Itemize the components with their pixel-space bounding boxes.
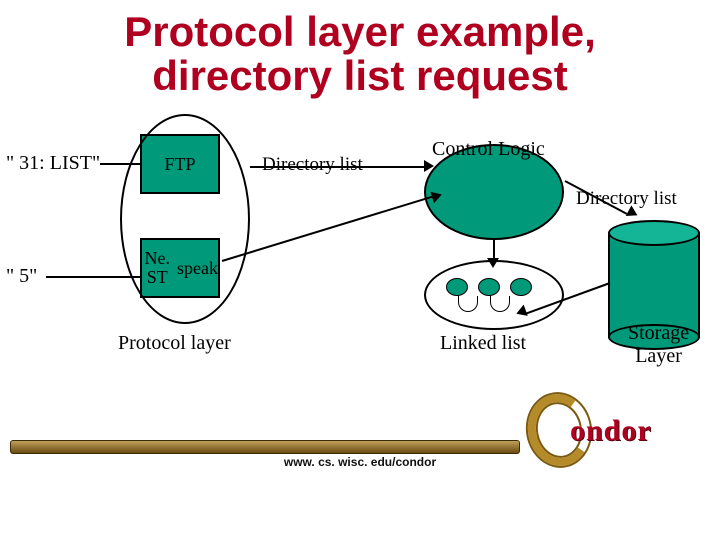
arrow-nest-to-control-line: [222, 196, 433, 262]
arrow-control-to-linked-head: [487, 258, 499, 268]
label-dirlist-1: Directory list: [262, 154, 363, 176]
slide-title: Protocol layer example, directory list r…: [0, 0, 720, 98]
storage-line2: Layer: [635, 345, 682, 367]
label-control-logic: Control Logic: [432, 138, 545, 161]
linked-list-node-1: [446, 278, 468, 296]
connector-five-nest: [46, 276, 140, 278]
linked-list-node-3: [510, 278, 532, 296]
label-storage-layer: Storage Layer: [628, 322, 689, 368]
storage-line1: Storage: [628, 322, 689, 344]
diagram-stage: " 31: LIST" " 5" FTP Ne. ST speak Protoc…: [0, 110, 720, 490]
title-line-1: Protocol layer example,: [124, 8, 596, 55]
cylinder-top: [608, 220, 700, 246]
ellipse-protocol-layer: [120, 114, 250, 324]
label-list-command: " 31: LIST": [6, 152, 100, 175]
label-protocol-layer: Protocol layer: [118, 332, 231, 355]
condor-text: ondor: [570, 414, 652, 448]
label-five: " 5": [6, 265, 37, 288]
label-linked-list: Linked list: [440, 332, 526, 355]
footer-bar: [10, 440, 520, 454]
title-line-2: directory list request: [152, 52, 567, 99]
linked-list-node-2: [478, 278, 500, 296]
label-dirlist-2: Directory list: [576, 188, 677, 210]
condor-logo: ondor: [528, 400, 698, 470]
arrow-control-to-linked-line: [493, 240, 495, 260]
